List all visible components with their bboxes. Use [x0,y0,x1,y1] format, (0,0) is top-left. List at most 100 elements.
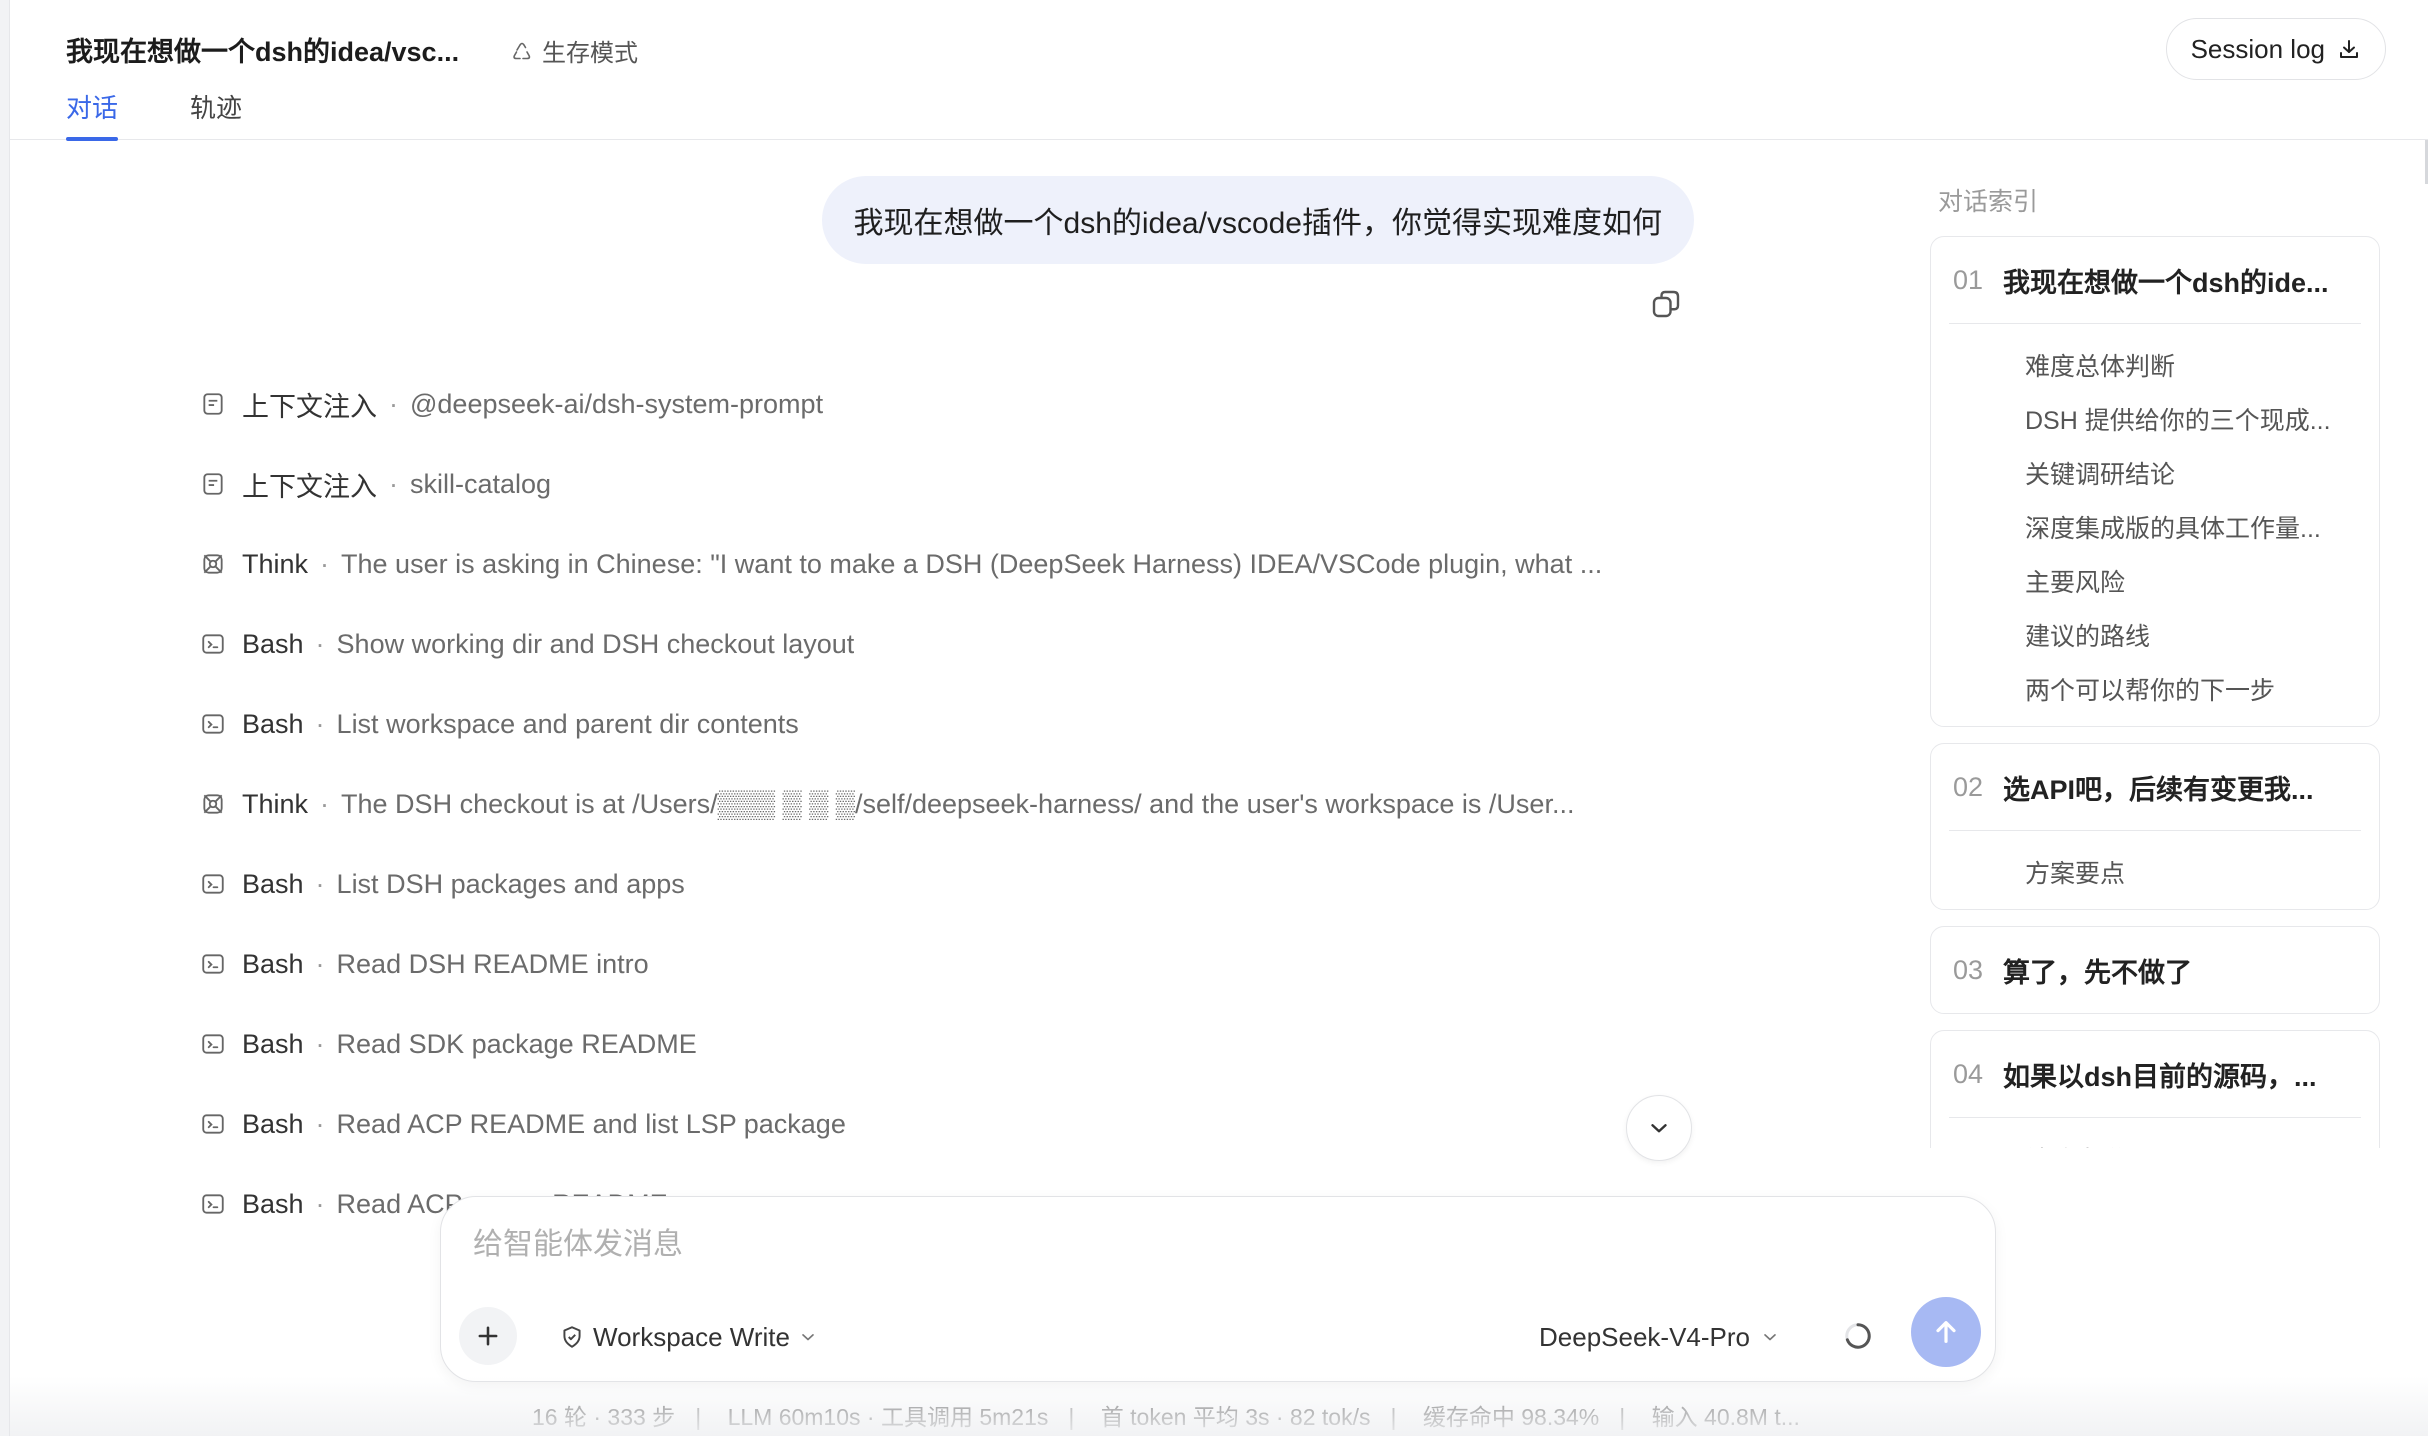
step-row[interactable]: Bash · Show working dir and DSH checkout … [200,604,1700,684]
plus-icon [478,1326,498,1346]
stats-first-token: 首 token 平均 3s · 82 tok/s [1100,1404,1371,1430]
index-card-number: 01 [1953,264,1984,295]
step-kind: Bash [242,1188,304,1219]
user-message-bubble: 我现在想做一个dsh的idea/vscode插件，你觉得实现难度如何 [821,176,1694,264]
model-label: DeepSeek-V4-Pro [1539,1321,1750,1352]
step-kind: 上下文注入 [242,391,377,422]
agent-steps-list: 上下文注入 · @deepseek-ai/dsh-system-prompt 上下… [200,364,1700,1264]
terminal-icon [202,634,224,654]
terminal-icon [202,1114,224,1134]
terminal-icon [202,874,224,894]
index-card-header[interactable]: 02 选API吧，后续有变更我... [1931,744,2379,830]
step-description: Show working dir and DSH checkout layout [336,628,855,659]
chevron-down-icon [1764,1334,1776,1341]
index-subitem[interactable]: 主要风险 [1949,554,2361,608]
left-edge-bar [0,0,10,1436]
step-kind: Bash [242,1108,304,1139]
index-card-title: 如果以dsh目前的源码，... [2003,1061,2317,1092]
model-select[interactable]: DeepSeek-V4-Pro [1539,1317,1780,1357]
step-row[interactable]: 上下文注入 · skill-catalog [200,444,1700,524]
message-input[interactable] [473,1217,1873,1273]
send-button[interactable] [1911,1297,1981,1367]
step-kind: Think [242,788,309,819]
step-description: The user is asking in Chinese: "I want t… [341,548,1603,579]
step-description: Read SDK package README [336,1028,697,1059]
index-card: 01 我现在想做一个dsh的ide... 难度总体判断 DSH 提供给你的三个现… [1930,236,2380,727]
attach-button[interactable] [459,1307,517,1365]
index-subitem[interactable]: 方案要点 [1949,845,2361,899]
index-card-number: 03 [1953,954,1984,985]
tab-trajectory[interactable]: 轨迹 [190,88,242,140]
session-log-button[interactable]: Session log [2165,18,2386,80]
step-row[interactable]: Think · The user is asking in Chinese: "I… [200,524,1700,604]
session-stats-bar: 16 轮 · 333 步 | LLM 60m10s · 工具调用 5m21s | 首… [532,1404,1800,1430]
shield-icon [563,1326,581,1348]
conversation-index-heading: 对话索引 [1938,188,2039,216]
stats-rounds: 16 轮 · 333 步 [532,1404,676,1430]
think-icon [203,794,223,814]
terminal-icon [202,954,224,974]
step-description: Read DSH README intro [336,948,649,979]
step-row[interactable]: Bash · Read DSH README intro [200,924,1700,1004]
index-card-header[interactable]: 01 我现在想做一个dsh的ide... [1931,237,2379,323]
doc-icon [203,473,223,495]
index-card-subitems: 结论先说 [1949,1117,2361,1148]
chevron-down-icon [1651,1124,1667,1133]
stats-input-tokens: 输入 40.8M t... [1651,1404,1800,1430]
step-row[interactable]: Think · The DSH checkout is at /Users/▒▒▒… [200,764,1700,844]
index-subitem[interactable]: 结论先说 [1949,1132,2361,1148]
workspace-permission-label: Workspace Write [593,1321,790,1352]
step-description: skill-catalog [410,468,552,499]
step-description: The DSH checkout is at /Users/▒▒▒ ▒ ▒ ▒/… [341,788,1575,819]
terminal-icon [202,714,224,734]
index-card-header[interactable]: 03 算了，先不做了 [1931,927,2379,1013]
think-icon [203,554,223,574]
terminal-icon [202,1194,224,1214]
index-card-header[interactable]: 04 如果以dsh目前的源码，... [1931,1031,2379,1117]
step-row[interactable]: Bash · Read ACP README and list LSP packa… [200,1084,1700,1164]
recycle-icon [513,42,531,59]
index-card: 02 选API吧，后续有变更我... 方案要点 [1930,743,2380,910]
tab-conversation[interactable]: 对话 [66,88,119,141]
index-card-subitems: 难度总体判断 DSH 提供给你的三个现成... 关键调研结论 深度集成版的具体工… [1949,323,2361,726]
step-row[interactable]: Bash · List DSH packages and apps [200,844,1700,924]
mode-indicator[interactable]: 生存模式 [510,33,638,68]
step-row[interactable]: 上下文注入 · @deepseek-ai/dsh-system-prompt [200,364,1700,444]
chevron-down-icon [802,1334,814,1341]
index-subitem[interactable]: 深度集成版的具体工作量... [1949,500,2361,554]
step-description: List DSH packages and apps [336,868,685,899]
conversation-title: 我现在想做一个dsh的idea/vsc... [66,37,460,67]
workspace-permission-select[interactable]: Workspace Write [559,1317,818,1357]
message-composer: Workspace Write DeepSeek-V4-Pro [440,1196,1996,1382]
terminal-icon [202,1034,224,1054]
step-kind: Bash [242,948,304,979]
stats-cache-hit: 缓存命中 98.34% [1422,1404,1600,1430]
index-card-subitems: 方案要点 [1949,830,2361,909]
step-kind: Bash [242,868,304,899]
user-message-text: 我现在想做一个dsh的idea/vscode插件，你觉得实现难度如何 [853,207,1662,240]
step-kind: 上下文注入 [242,471,377,502]
download-icon [2340,40,2358,58]
scroll-to-bottom-button[interactable] [1626,1095,1692,1161]
step-description: Read ACP README and list LSP package [336,1108,846,1139]
page-header: 我现在想做一个dsh的idea/vsc... 生存模式 Session log … [10,0,2428,141]
index-card-number: 04 [1953,1058,1984,1089]
index-subitem[interactable]: 建议的路线 [1949,608,2361,662]
index-card-title: 选API吧，后续有变更我... [2003,774,2314,805]
index-subitem[interactable]: DSH 提供给你的三个现成... [1949,392,2361,446]
index-subitem[interactable]: 两个可以帮你的下一步 [1949,662,2361,716]
step-kind: Bash [242,708,304,739]
step-row[interactable]: Bash · List workspace and parent dir cont… [200,684,1700,764]
index-subitem[interactable]: 关键调研结论 [1949,446,2361,500]
step-kind: Bash [242,1028,304,1059]
arrow-up-icon [1936,1321,1956,1343]
step-description: @deepseek-ai/dsh-system-prompt [410,388,824,419]
index-card-number: 02 [1953,771,1984,802]
index-card: 03 算了，先不做了 [1930,926,2380,1014]
index-subitem[interactable]: 难度总体判断 [1949,338,2361,392]
index-card-title: 我现在想做一个dsh的ide... [2003,267,2329,298]
step-row[interactable]: Bash · Read SDK package README [200,1004,1700,1084]
copy-icon[interactable] [1648,286,1684,322]
doc-icon [203,393,223,415]
loading-spinner-icon [1845,1323,1871,1349]
